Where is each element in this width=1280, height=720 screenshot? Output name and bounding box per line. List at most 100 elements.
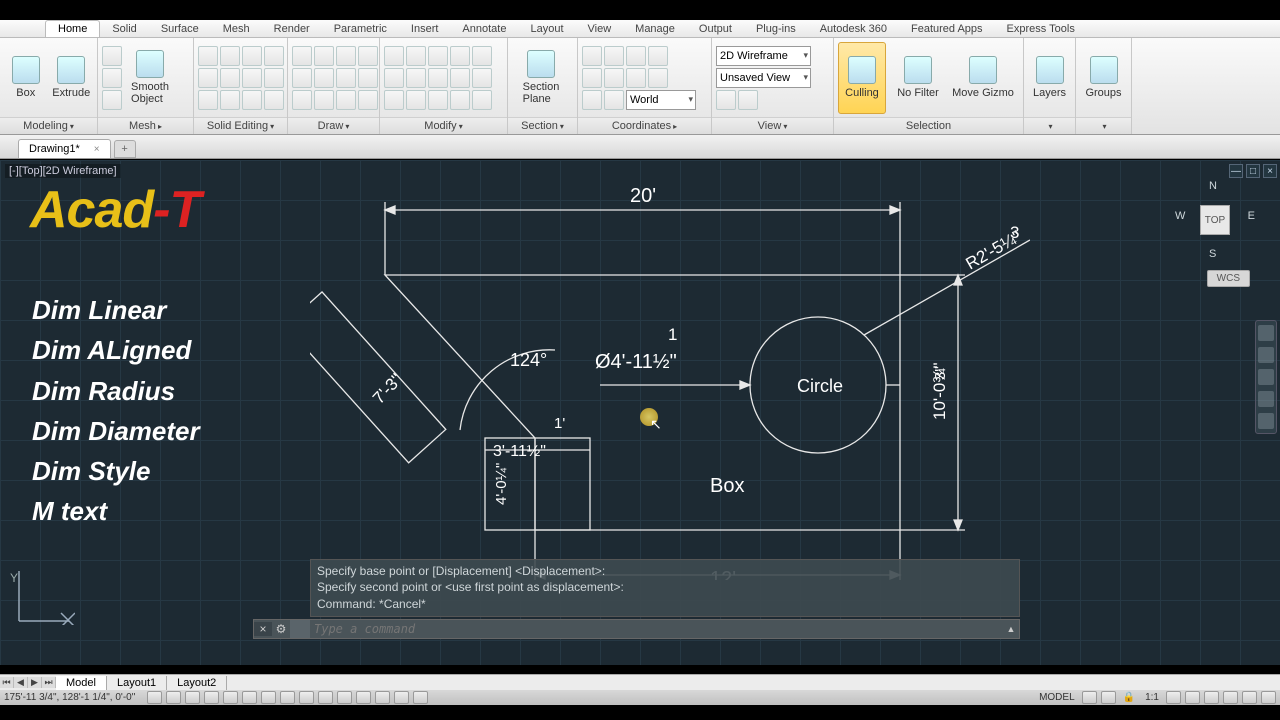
viewcube[interactable]: N S E W TOP bbox=[1175, 180, 1255, 260]
command-input[interactable] bbox=[310, 622, 1003, 636]
panel-mesh-title[interactable]: Mesh bbox=[129, 120, 156, 132]
steering-wheel-icon[interactable] bbox=[1258, 325, 1274, 341]
status-icon[interactable] bbox=[1101, 691, 1116, 704]
tab-featured[interactable]: Featured Apps bbox=[899, 21, 995, 37]
status-icon[interactable] bbox=[280, 691, 295, 704]
layout-tab-layout1[interactable]: Layout1 bbox=[107, 676, 167, 690]
tab-view[interactable]: View bbox=[576, 21, 624, 37]
draw-icon[interactable] bbox=[292, 68, 312, 88]
status-icon[interactable] bbox=[1261, 691, 1276, 704]
status-icon[interactable] bbox=[356, 691, 371, 704]
panel-modify-title[interactable]: Modify bbox=[424, 120, 456, 132]
coord-icon[interactable] bbox=[626, 68, 646, 88]
modify-icon[interactable] bbox=[406, 90, 426, 110]
solid-edit-icon[interactable] bbox=[198, 68, 218, 88]
draw-icon[interactable] bbox=[358, 46, 378, 66]
coord-icon[interactable] bbox=[604, 46, 624, 66]
coord-icon[interactable] bbox=[648, 46, 668, 66]
tab-express[interactable]: Express Tools bbox=[995, 21, 1087, 37]
modify-icon[interactable] bbox=[384, 90, 404, 110]
coord-icon[interactable] bbox=[604, 90, 624, 110]
panel-section-title[interactable]: Section bbox=[521, 120, 558, 132]
section-plane-button[interactable]: Section Plane bbox=[512, 42, 570, 114]
status-icon[interactable] bbox=[299, 691, 314, 704]
smooth-object-button[interactable]: Smooth Object bbox=[122, 42, 178, 114]
modify-icon[interactable] bbox=[472, 68, 492, 88]
draw-icon[interactable] bbox=[358, 68, 378, 88]
tab-parametric[interactable]: Parametric bbox=[322, 21, 399, 37]
layout-nav-next[interactable]: ▶ bbox=[28, 677, 42, 688]
draw-icon[interactable] bbox=[314, 46, 334, 66]
command-line[interactable]: × ⚙ ▲ bbox=[253, 619, 1020, 639]
cmd-customize-icon[interactable]: ⚙ bbox=[272, 622, 290, 636]
culling-button[interactable]: Culling bbox=[838, 42, 886, 114]
cmd-close-icon[interactable]: × bbox=[254, 622, 272, 636]
coord-icon[interactable] bbox=[604, 68, 624, 88]
minimize-icon[interactable]: — bbox=[1229, 164, 1243, 178]
world-combo[interactable]: World bbox=[626, 90, 696, 110]
status-icon[interactable] bbox=[337, 691, 352, 704]
modify-icon[interactable] bbox=[384, 46, 404, 66]
viewcube-top[interactable]: TOP bbox=[1200, 205, 1230, 235]
cmd-recent-icon[interactable]: ▲ bbox=[1003, 624, 1019, 634]
orbit-icon[interactable] bbox=[1258, 391, 1274, 407]
panel-draw-title[interactable]: Draw bbox=[318, 120, 344, 132]
coord-icon[interactable] bbox=[582, 46, 602, 66]
tab-mesh[interactable]: Mesh bbox=[211, 21, 262, 37]
tab-plugins[interactable]: Plug-ins bbox=[744, 21, 808, 37]
draw-icon[interactable] bbox=[336, 46, 356, 66]
mesh-icon[interactable] bbox=[102, 90, 122, 110]
tab-annotate[interactable]: Annotate bbox=[450, 21, 518, 37]
modify-icon[interactable] bbox=[450, 90, 470, 110]
movegizmo-button[interactable]: Move Gizmo bbox=[950, 42, 1016, 114]
modify-icon[interactable] bbox=[428, 90, 448, 110]
navigation-bar[interactable] bbox=[1255, 320, 1277, 434]
solid-edit-icon[interactable] bbox=[242, 90, 262, 110]
modify-icon[interactable] bbox=[384, 68, 404, 88]
status-icon[interactable] bbox=[1082, 691, 1097, 704]
status-icon[interactable] bbox=[147, 691, 162, 704]
draw-icon[interactable] bbox=[314, 90, 334, 110]
close-icon[interactable]: × bbox=[94, 144, 100, 155]
groups-button[interactable]: Groups bbox=[1080, 42, 1127, 114]
solid-edit-icon[interactable] bbox=[198, 90, 218, 110]
status-icon[interactable] bbox=[1242, 691, 1257, 704]
status-icon[interactable] bbox=[166, 691, 181, 704]
file-tab-drawing1[interactable]: Drawing1*× bbox=[18, 139, 111, 158]
layers-button[interactable]: Layers bbox=[1028, 42, 1071, 114]
view-icon[interactable] bbox=[738, 90, 758, 110]
extrude-button[interactable]: Extrude bbox=[50, 42, 94, 114]
tab-insert[interactable]: Insert bbox=[399, 21, 451, 37]
status-coords[interactable]: 175'-11 3/4", 128'-1 1/4", 0'-0" bbox=[4, 692, 143, 703]
status-icon[interactable] bbox=[1204, 691, 1219, 704]
layout-tab-model[interactable]: Model bbox=[56, 676, 107, 690]
close-icon[interactable]: × bbox=[1263, 164, 1277, 178]
layout-nav-prev[interactable]: ◀ bbox=[14, 677, 28, 688]
layout-nav-last[interactable]: ⏭ bbox=[42, 677, 56, 688]
tab-surface[interactable]: Surface bbox=[149, 21, 211, 37]
solid-edit-icon[interactable] bbox=[264, 90, 284, 110]
draw-icon[interactable] bbox=[358, 90, 378, 110]
panel-solid-editing-title[interactable]: Solid Editing bbox=[207, 120, 268, 132]
drawing-area[interactable]: [-][Top][2D Wireframe] — □ × N S E W TOP… bbox=[0, 160, 1280, 665]
status-icon[interactable] bbox=[1185, 691, 1200, 704]
tab-solid[interactable]: Solid bbox=[100, 21, 148, 37]
status-icon[interactable] bbox=[318, 691, 333, 704]
modify-icon[interactable] bbox=[406, 68, 426, 88]
status-icon[interactable] bbox=[185, 691, 200, 704]
status-model[interactable]: MODEL bbox=[1036, 692, 1078, 703]
solid-edit-icon[interactable] bbox=[220, 68, 240, 88]
status-icon[interactable] bbox=[1223, 691, 1238, 704]
modify-icon[interactable] bbox=[450, 46, 470, 66]
draw-icon[interactable] bbox=[292, 46, 312, 66]
coord-icon[interactable] bbox=[648, 68, 668, 88]
coord-icon[interactable] bbox=[626, 46, 646, 66]
view-icon[interactable] bbox=[716, 90, 736, 110]
tab-a360[interactable]: Autodesk 360 bbox=[808, 21, 899, 37]
status-icon[interactable] bbox=[204, 691, 219, 704]
layout-tab-layout2[interactable]: Layout2 bbox=[167, 676, 227, 690]
solid-edit-icon[interactable] bbox=[220, 90, 240, 110]
modify-icon[interactable] bbox=[472, 46, 492, 66]
modify-icon[interactable] bbox=[406, 46, 426, 66]
panel-coordinates-title[interactable]: Coordinates bbox=[612, 120, 671, 132]
